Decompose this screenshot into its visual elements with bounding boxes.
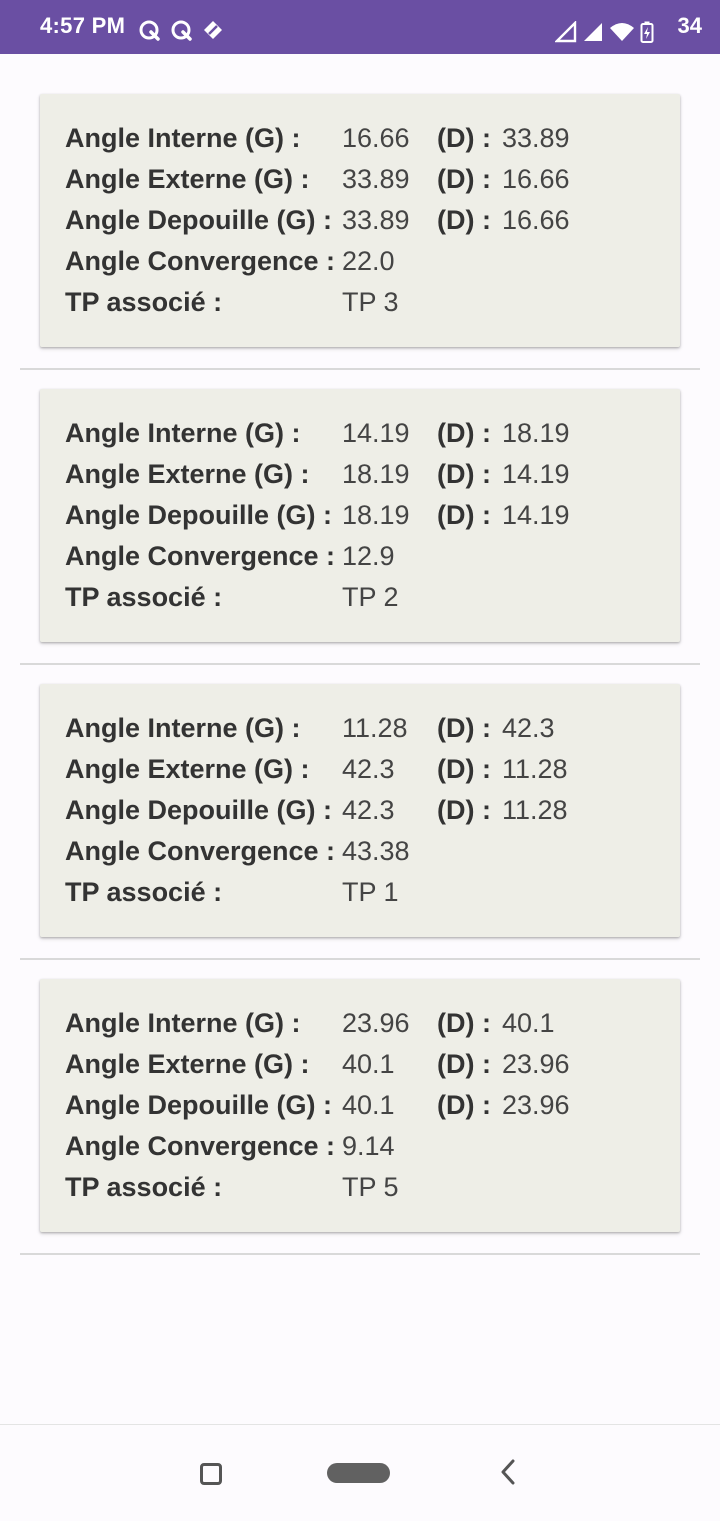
value-depouille-d: 16.66: [502, 205, 570, 235]
value-depouille-d: 23.96: [502, 1090, 570, 1120]
label-droite: (D) :: [437, 500, 491, 530]
value-interne-d: 33.89: [502, 123, 570, 153]
label-droite: (D) :: [437, 164, 491, 194]
label-droite: (D) :: [437, 123, 491, 153]
value-convergence: 12.9: [342, 541, 395, 571]
value-tp: TP 1: [342, 877, 399, 907]
value-depouille-d: 14.19: [502, 500, 570, 530]
label-droite: (D) :: [437, 459, 491, 489]
status-system-icons: [554, 20, 654, 48]
label-angle-depouille: Angle Depouille (G) :: [65, 795, 332, 825]
wifi-icon: [609, 21, 635, 48]
status-time: 4:57 PM: [40, 13, 126, 38]
value-convergence: 22.0: [342, 246, 395, 276]
value-interne-g: 23.96: [342, 1008, 410, 1038]
value-externe-g: 42.3: [342, 754, 395, 784]
value-externe-d: 16.66: [502, 164, 570, 194]
label-droite: (D) :: [437, 418, 491, 448]
q-app-icon: [138, 19, 160, 46]
label-angle-externe: Angle Externe (G) :: [65, 1049, 310, 1079]
value-tp: TP 2: [342, 582, 399, 612]
label-angle-interne: Angle Interne (G) :: [65, 123, 301, 153]
value-convergence: 43.38: [342, 836, 410, 866]
value-interne-g: 14.19: [342, 418, 410, 448]
value-externe-d: 23.96: [502, 1049, 570, 1079]
status-bar: 4:57 PM 34: [0, 0, 720, 54]
value-interne-g: 11.28: [342, 713, 408, 743]
label-droite: (D) :: [437, 754, 491, 784]
label-droite: (D) :: [437, 1008, 491, 1038]
value-depouille-g: 18.19: [342, 500, 410, 530]
label-tp-associe: TP associé :: [65, 877, 223, 907]
value-convergence: 9.14: [342, 1131, 395, 1161]
label-tp-associe: TP associé :: [65, 582, 223, 612]
value-depouille-g: 40.1: [342, 1090, 395, 1120]
label-droite: (D) :: [437, 795, 491, 825]
value-externe-g: 33.89: [342, 164, 410, 194]
list-item[interactable]: Angle Interne (G) : 23.96 (D) : 40.1 Ang…: [20, 979, 700, 1274]
label-droite: (D) :: [437, 1090, 491, 1120]
value-interne-d: 18.19: [502, 418, 570, 448]
battery-charging-icon: [640, 21, 654, 48]
label-droite: (D) :: [437, 205, 491, 235]
value-tp: TP 5: [342, 1172, 399, 1202]
back-chevron-icon[interactable]: [497, 1457, 521, 1492]
signal-icon: [554, 20, 577, 48]
label-angle-convergence: Angle Convergence :: [65, 836, 336, 866]
value-externe-g: 40.1: [342, 1049, 395, 1079]
label-droite: (D) :: [437, 713, 491, 743]
list-item[interactable]: Angle Interne (G) : 16.66 (D) : 33.89 An…: [20, 94, 700, 389]
value-depouille-g: 33.89: [342, 205, 410, 235]
value-interne-g: 16.66: [342, 123, 410, 153]
pen-badge-icon: [202, 19, 224, 46]
label-angle-convergence: Angle Convergence :: [65, 1131, 336, 1161]
label-angle-externe: Angle Externe (G) :: [65, 459, 310, 489]
label-droite: (D) :: [437, 1049, 491, 1079]
label-angle-depouille: Angle Depouille (G) :: [65, 1090, 332, 1120]
home-pill-icon[interactable]: [327, 1463, 390, 1483]
list-item[interactable]: Angle Interne (G) : 14.19 (D) : 18.19 An…: [20, 389, 700, 684]
label-angle-depouille: Angle Depouille (G) :: [65, 205, 332, 235]
value-interne-d: 42.3: [502, 713, 555, 743]
status-notification-icons: [138, 19, 224, 46]
label-tp-associe: TP associé :: [65, 287, 223, 317]
value-depouille-d: 11.28: [502, 795, 568, 825]
value-interne-d: 40.1: [502, 1008, 555, 1038]
label-angle-depouille: Angle Depouille (G) :: [65, 500, 332, 530]
divider: [20, 368, 700, 370]
q-app-icon: [170, 19, 192, 46]
list-item[interactable]: Angle Interne (G) : 11.28 (D) : 42.3 Ang…: [20, 684, 700, 979]
recents-icon[interactable]: [200, 1463, 222, 1485]
label-angle-interne: Angle Interne (G) :: [65, 418, 301, 448]
value-externe-d: 14.19: [502, 459, 570, 489]
value-depouille-g: 42.3: [342, 795, 395, 825]
divider: [20, 958, 700, 960]
label-angle-convergence: Angle Convergence :: [65, 541, 336, 571]
navigation-bar: [0, 1424, 720, 1521]
value-tp: TP 3: [342, 287, 399, 317]
label-angle-convergence: Angle Convergence :: [65, 246, 336, 276]
divider: [20, 663, 700, 665]
signal-icon: [582, 21, 604, 48]
value-externe-d: 11.28: [502, 754, 568, 784]
angle-result-card[interactable]: Angle Interne (G) : 11.28 (D) : 42.3 Ang…: [40, 684, 680, 937]
label-tp-associe: TP associé :: [65, 1172, 223, 1202]
label-angle-interne: Angle Interne (G) :: [65, 713, 301, 743]
angle-result-card[interactable]: Angle Interne (G) : 14.19 (D) : 18.19 An…: [40, 389, 680, 642]
label-angle-externe: Angle Externe (G) :: [65, 754, 310, 784]
battery-level: 34: [677, 13, 702, 38]
angle-result-card[interactable]: Angle Interne (G) : 16.66 (D) : 33.89 An…: [40, 94, 680, 347]
label-angle-interne: Angle Interne (G) :: [65, 1008, 301, 1038]
divider: [20, 1253, 700, 1255]
label-angle-externe: Angle Externe (G) :: [65, 164, 310, 194]
angle-result-card[interactable]: Angle Interne (G) : 23.96 (D) : 40.1 Ang…: [40, 979, 680, 1232]
value-externe-g: 18.19: [342, 459, 410, 489]
